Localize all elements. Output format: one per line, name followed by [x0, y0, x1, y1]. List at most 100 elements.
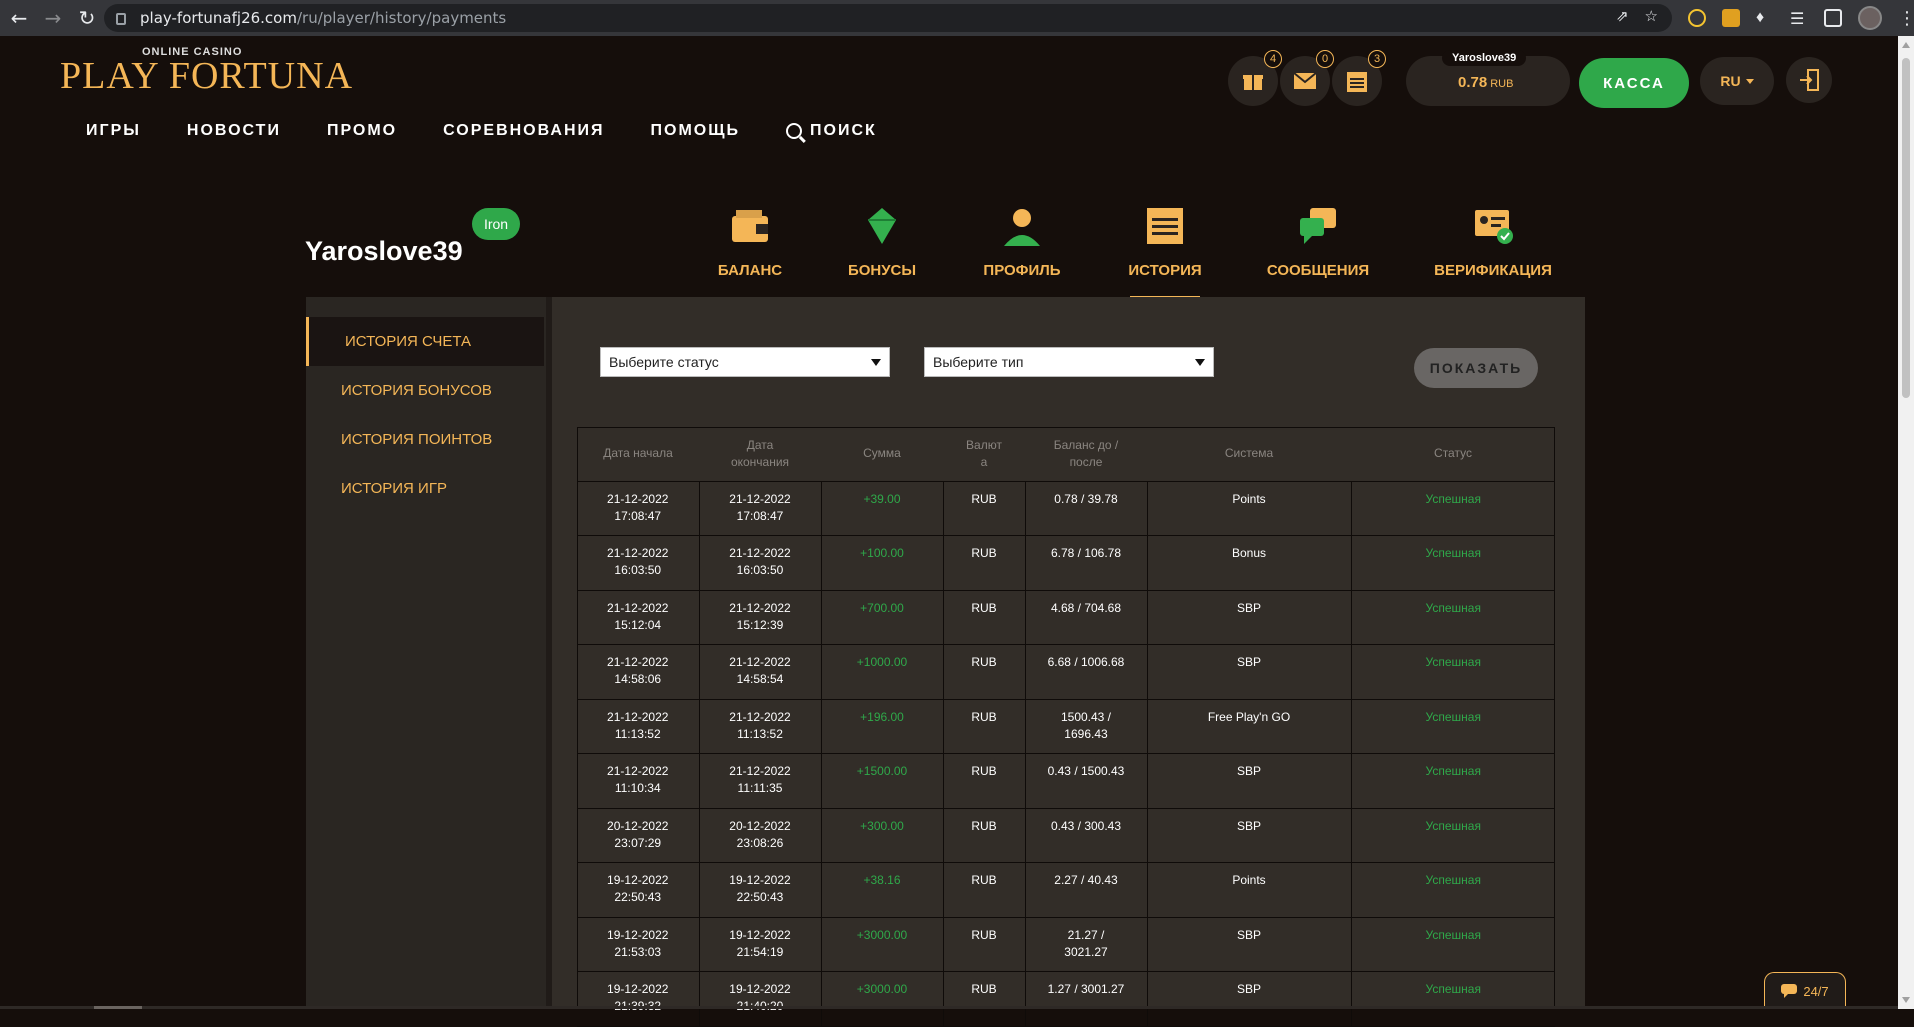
- tab-messages[interactable]: СООБЩЕНИЯ: [1267, 204, 1369, 279]
- browser-toolbar: ← → ↻ play-fortunafj26.com/ru/player/his…: [0, 0, 1914, 36]
- cell-status: Успешная: [1351, 808, 1555, 863]
- cell-start-date: 21-12-2022 17:08:47: [577, 481, 700, 536]
- cell-status: Успешная: [1351, 481, 1555, 536]
- player-name: Yaroslove39: [305, 236, 463, 266]
- cell-system: SBP: [1147, 808, 1352, 863]
- side-item-account-history[interactable]: ИСТОРИЯ СЧЕТА: [306, 317, 544, 366]
- gift-icon: [1243, 75, 1263, 90]
- kebab-menu-icon[interactable]: ⋮: [1898, 8, 1914, 29]
- extension-off-icon[interactable]: [1722, 9, 1740, 27]
- cell-currency: RUB: [943, 699, 1026, 754]
- cell-amount: +300.00: [821, 808, 944, 863]
- cell-system: SBP: [1147, 753, 1352, 809]
- cell-balance: 6.78 / 106.78: [1025, 535, 1148, 591]
- history-side-menu: ИСТОРИЯ СЧЕТА ИСТОРИЯ БОНУСОВ ИСТОРИЯ ПО…: [306, 317, 544, 513]
- cell-system: SBP: [1147, 917, 1352, 972]
- extension-icon[interactable]: [1688, 9, 1706, 27]
- profile-avatar[interactable]: [1858, 6, 1882, 30]
- table-header-row: Дата начала Дата окончания Сумма Валют а Балан…: [577, 427, 1555, 482]
- news-button[interactable]: 3: [1332, 50, 1386, 106]
- reading-list-icon[interactable]: ☰: [1790, 9, 1808, 28]
- cell-start-date: 21-12-2022 15:12:04: [577, 590, 700, 645]
- table-row: 21-12-2022 14:58:06 21-12-2022 14:58:54 +100…: [577, 644, 1555, 700]
- cell-balance: 2.27 / 40.43: [1025, 862, 1148, 918]
- cell-currency: RUB: [943, 862, 1026, 918]
- logo[interactable]: ONLINE CASINO PLAY FORTUNA: [60, 46, 353, 98]
- side-item-bonus-history[interactable]: ИСТОРИЯ БОНУСОВ: [306, 366, 544, 415]
- table-row: 21-12-2022 11:13:52 21-12-2022 11:13:52 +196…: [577, 699, 1555, 754]
- cell-end-date: 20-12-2022 23:08:26: [699, 808, 822, 863]
- url-text: play-fortunafj26.com/ru/player/history/p…: [140, 9, 507, 27]
- address-bar[interactable]: play-fortunafj26.com/ru/player/history/p…: [104, 4, 1672, 32]
- nav-news[interactable]: НОВОСТИ: [187, 122, 281, 140]
- cell-end-date: 19-12-202221:40:20: [699, 971, 822, 1027]
- cell-balance: 4.68 / 704.68: [1025, 590, 1148, 645]
- main-nav: ИГРЫ НОВОСТИ ПРОМО СОРЕВНОВАНИЯ ПОМОЩЬ П…: [86, 122, 923, 140]
- status-select[interactable]: Выберите статус: [600, 347, 890, 377]
- cell-system: SBP: [1147, 644, 1352, 700]
- table-row: 21-12-2022 11:10:34 21-12-2022 11:11:35 +150…: [577, 753, 1555, 809]
- scrollbar[interactable]: [1898, 36, 1914, 1009]
- column-header: Баланс до / после: [1025, 427, 1147, 482]
- cell-status: Успешная: [1351, 644, 1555, 700]
- cell-end-date: 21-12-2022 17:08:47: [699, 481, 822, 536]
- gift-button[interactable]: 4: [1228, 50, 1282, 106]
- table-row: 19-12-2022 22:50:43 19-12-2022 22:50:43 +38.…: [577, 862, 1555, 918]
- cell-currency: RUB: [943, 535, 1026, 591]
- mail-count-badge: 0: [1316, 50, 1334, 68]
- share-icon[interactable]: ⇗: [1616, 7, 1629, 25]
- payments-table: Дата начала Дата окончания Сумма Валют а Балан…: [577, 427, 1555, 1027]
- bookmark-star-icon[interactable]: ☆: [1645, 7, 1658, 25]
- diamond-icon: [868, 208, 896, 244]
- nav-competitions[interactable]: СОРЕВНОВАНИЯ: [443, 122, 604, 140]
- cell-balance: 21.27 /3021.27: [1025, 917, 1148, 972]
- cell-status: Успешная: [1351, 862, 1555, 918]
- reload-icon[interactable]: ↻: [72, 3, 102, 33]
- cell-start-date: 21-12-2022 16:03:50: [577, 535, 700, 591]
- cell-balance: 0.43 / 300.43: [1025, 808, 1148, 863]
- logout-button[interactable]: [1786, 57, 1832, 103]
- chat-icon: [1781, 984, 1798, 998]
- nav-help[interactable]: ПОМОЩЬ: [651, 122, 741, 140]
- mail-button[interactable]: 0: [1280, 50, 1334, 106]
- side-panel-icon[interactable]: [1824, 9, 1842, 27]
- nav-promo[interactable]: ПРОМО: [327, 122, 397, 140]
- balance-widget[interactable]: Yaroslove39 0.78 RUB: [1406, 50, 1570, 106]
- cell-status: Успешная: [1351, 917, 1555, 972]
- cell-balance: 6.68 / 1006.68: [1025, 644, 1148, 700]
- chat-bubbles-icon: [1300, 208, 1336, 244]
- nav-games[interactable]: ИГРЫ: [86, 122, 141, 140]
- cell-status: Успешная: [1351, 535, 1555, 591]
- tab-verification[interactable]: ВЕРИФИКАЦИЯ: [1434, 204, 1552, 279]
- forward-icon[interactable]: →: [38, 3, 68, 33]
- cell-end-date: 21-12-2022 11:11:35: [699, 753, 822, 809]
- notepad-icon: [1147, 208, 1183, 244]
- tab-bonuses[interactable]: БОНУСЫ: [848, 204, 916, 279]
- tab-profile[interactable]: ПРОФИЛЬ: [983, 204, 1061, 279]
- id-card-check-icon: [1475, 210, 1513, 244]
- table-row: 19-12-202221:39:3219-12-202221:40:20+300…: [577, 971, 1555, 1027]
- cell-end-date: 21-12-2022 15:12:39: [699, 590, 822, 645]
- side-item-points-history[interactable]: ИСТОРИЯ ПОИНТОВ: [306, 415, 544, 464]
- type-select[interactable]: Выберите тип: [924, 347, 1214, 377]
- column-header: Статус: [1351, 427, 1555, 482]
- cell-start-date: 20-12-2022 23:07:29: [577, 808, 700, 863]
- header-username: Yaroslove39: [1442, 50, 1527, 66]
- tab-history[interactable]: ИСТОРИЯ: [1128, 204, 1202, 298]
- cell-end-date: 19-12-2022 21:54:19: [699, 917, 822, 972]
- cell-end-date: 21-12-2022 11:13:52: [699, 699, 822, 754]
- side-item-games-history[interactable]: ИСТОРИЯ ИГР: [306, 464, 544, 513]
- table-row: 21-12-2022 16:03:50 21-12-2022 16:03:50 +100…: [577, 535, 1555, 591]
- language-select[interactable]: RU: [1700, 57, 1774, 105]
- back-icon[interactable]: ←: [4, 3, 34, 33]
- dropdown-arrow-icon: [1195, 359, 1205, 366]
- search-icon: [786, 123, 803, 139]
- nav-search[interactable]: ПОИСК: [786, 122, 877, 140]
- chat-247-button[interactable]: 24/7: [1764, 972, 1846, 1009]
- puzzle-icon[interactable]: ♦: [1756, 9, 1774, 27]
- cell-system: SBP: [1147, 971, 1352, 1027]
- kassa-button[interactable]: КАССА: [1579, 58, 1689, 108]
- cell-amount: +700.00: [821, 590, 944, 645]
- tab-balance[interactable]: БАЛАНС: [718, 204, 782, 279]
- show-button[interactable]: ПОКАЗАТЬ: [1414, 348, 1538, 388]
